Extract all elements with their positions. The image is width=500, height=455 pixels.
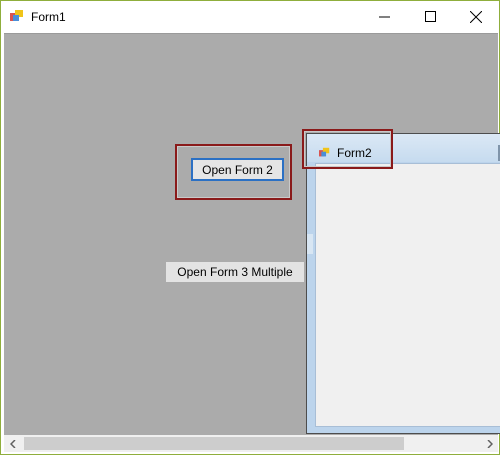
scroll-right-button[interactable] bbox=[481, 435, 498, 452]
horizontal-scrollbar[interactable] bbox=[4, 435, 498, 452]
open-form2-button[interactable]: Open Form 2 bbox=[191, 158, 284, 181]
maximize-button[interactable] bbox=[407, 1, 453, 32]
title-bar[interactable]: Form1 bbox=[1, 1, 499, 32]
scroll-thumb[interactable] bbox=[24, 437, 404, 450]
minimize-icon bbox=[378, 16, 390, 18]
chevron-left-icon bbox=[9, 439, 16, 448]
main-window: Form1 Open Form 2 Open Form 3 Multiple F… bbox=[0, 0, 500, 455]
form-app-icon bbox=[10, 10, 23, 21]
highlight-box-form2-title bbox=[302, 129, 393, 169]
scroll-left-button[interactable] bbox=[4, 435, 21, 452]
open-form3-multiple-button[interactable]: Open Form 3 Multiple bbox=[166, 262, 304, 282]
close-button[interactable] bbox=[453, 1, 499, 32]
close-icon bbox=[470, 10, 482, 23]
child-client-area bbox=[315, 163, 500, 427]
chevron-right-icon bbox=[486, 439, 493, 448]
child-window-form2[interactable]: Form2 bbox=[306, 133, 500, 434]
child-frame-edge bbox=[307, 234, 313, 254]
maximize-icon bbox=[424, 11, 436, 22]
minimize-button[interactable] bbox=[361, 1, 407, 32]
window-title: Form1 bbox=[31, 10, 66, 24]
